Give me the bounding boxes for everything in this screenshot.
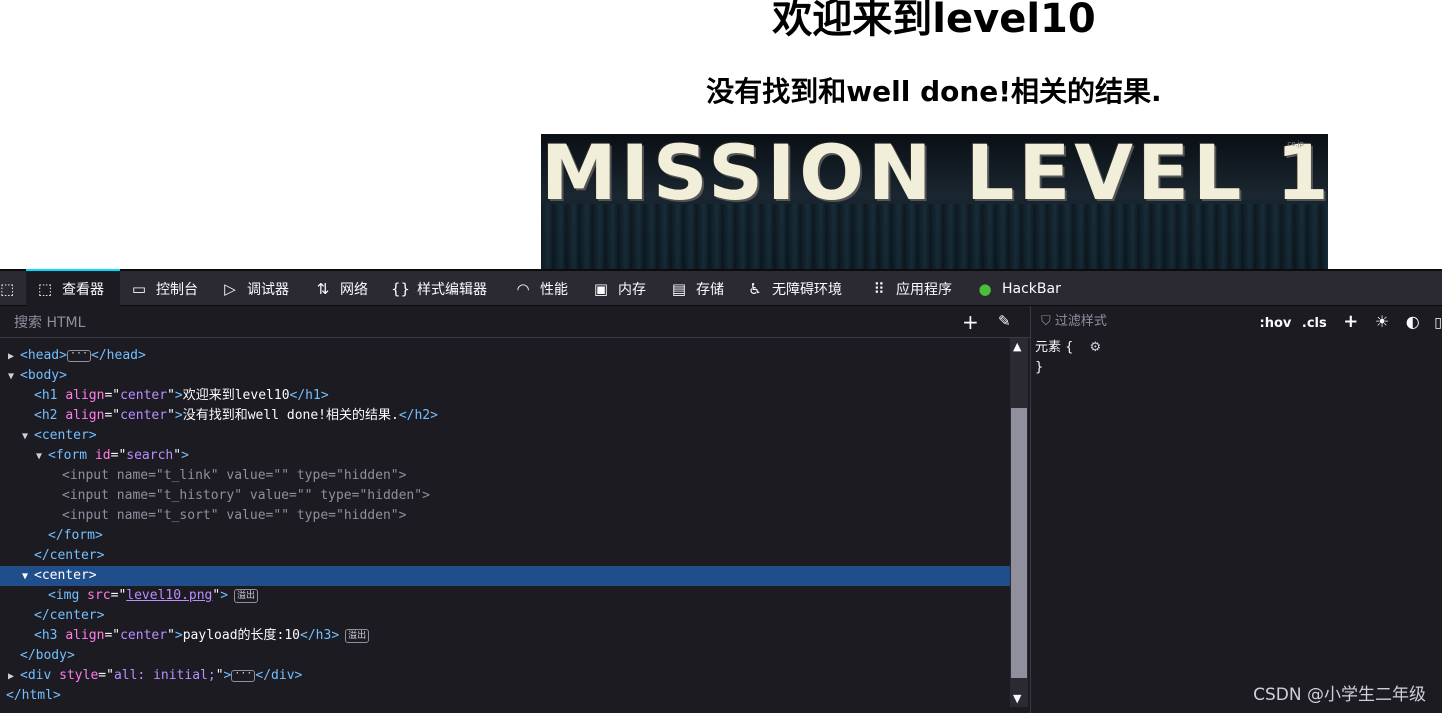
collapse-arrow-icon[interactable]: ▼ [22,567,34,587]
tree-row-center-close[interactable]: </center> [0,546,1010,566]
tree-row-h3[interactable]: <h3 align="center">payload的长度:10</h3> 溢出 [0,626,1010,646]
tab-accessibility[interactable]: ♿ 无障碍环境 [746,271,842,306]
tree-row-head[interactable]: ▶ <head> ··· </head> [0,346,1010,366]
collapsed-ellipsis-icon[interactable]: ··· [231,668,256,682]
page-heading-h2: 没有找到和well done!相关的结果. [706,75,1162,108]
application-icon: ⠿ [873,279,885,298]
memory-icon: ▣ [593,279,609,298]
tree-row-form[interactable]: ▼ <form id="search"> [0,446,1010,466]
tab-inspector[interactable]: ⬚ 查看器 [26,269,120,306]
performance-icon: ◠ [516,279,530,298]
hov-button[interactable]: :hov [1260,316,1292,331]
devtools-panel: ⬚ ⬚ 查看器 ▭ 控制台 ▷ 调试器 ⇅ 网络 {} 样式编辑器 ◠ 性能 ▣… [0,269,1442,713]
tab-network[interactable]: ⇅ 网络 [314,271,368,306]
collapse-arrow-icon[interactable]: ▼ [22,427,34,447]
tree-row-div[interactable]: ▶ <div style="all: initial;"> ··· </div> [0,666,1010,686]
scroll-up-icon[interactable]: ▲ [1013,340,1021,353]
tree-row-html-close[interactable]: </html> [0,686,1010,706]
light-theme-icon[interactable]: ☀ [1375,312,1389,331]
network-icon: ⇅ [316,279,330,298]
tab-label: 无障碍环境 [772,281,842,298]
banner-title: MISSION LEVEL 10 [541,134,1328,217]
console-icon: ▭ [131,279,147,298]
collapse-arrow-icon[interactable]: ▼ [8,367,20,387]
storage-icon: ▤ [671,279,687,298]
level-banner-image: MISSION LEVEL 10 co.jp [541,134,1328,269]
collapsed-ellipsis-icon[interactable]: ··· [66,348,92,362]
rules-panel: ⛉ 过滤样式 :hov .cls + ☀ ◐ ▯ 元素 { ⚙ } [1030,306,1442,713]
csdn-watermark: CSDN @小学生二年级 [1253,685,1426,705]
tree-row-body[interactable]: ▼ <body> [0,366,1010,386]
tree-row-form-close[interactable]: </form> [0,526,1010,546]
search-html-input[interactable] [0,306,966,339]
debugger-icon: ▷ [224,279,236,298]
tab-label: 内存 [618,281,646,298]
scroll-down-icon[interactable]: ▼ [1013,692,1021,705]
tree-row-center-close-2[interactable]: </center> [0,606,1010,626]
tree-row-h1[interactable]: <h1 align="center">欢迎来到level10</h1> [0,386,1010,406]
rendered-web-page: 欢迎来到level10 没有找到和well done!相关的结果. MISSIO… [0,0,1442,269]
tree-row-input-t-link[interactable]: <input name="t_link" value="" type="hidd… [0,466,1010,486]
tree-row-center-selected[interactable]: ▼ <center> [0,566,1010,586]
tree-row-input-t-sort[interactable]: <input name="t_sort" value="" type="hidd… [0,506,1010,526]
overflow-badge[interactable]: 溢出 [345,628,370,643]
markup-tree: ▶ <head> ··· </head> ▼ <body> <h1 align="cen… [0,338,1010,707]
markup-scrollbar[interactable]: ▲ ▼ [1010,338,1028,707]
tab-label: 性能 [540,281,568,298]
tab-label: 网络 [340,281,368,298]
tab-label: 查看器 [62,281,104,298]
tab-label: 样式编辑器 [417,281,487,298]
filter-icon: ⛉ [1041,314,1055,329]
pick-element-icon: ⬚ [0,279,15,298]
rules-filter-placeholder: 过滤样式 [1054,314,1107,329]
tab-label: 控制台 [156,281,198,298]
banner-credit: co.jp [1287,140,1304,148]
overflow-badge[interactable]: 溢出 [234,588,259,603]
tree-row-img[interactable]: <img src="level10.png"> 溢出 [0,586,1010,606]
devtools-toolbar: ⬚ ⬚ 查看器 ▭ 控制台 ▷ 调试器 ⇅ 网络 {} 样式编辑器 ◠ 性能 ▣… [0,269,1442,306]
eyedropper-icon[interactable]: ✎ [998,312,1011,330]
element-rule-open: 元素 { ⚙ [1035,340,1102,355]
page-heading-h1: 欢迎来到level10 [772,0,1096,42]
inspector-icon: ⬚ [37,279,53,298]
tab-label: 调试器 [247,281,289,298]
tab-performance[interactable]: ◠ 性能 [514,271,568,306]
element-rule-close: } [1035,360,1044,375]
tree-row-input-t-history[interactable]: <input name="t_history" value="" type="h… [0,486,1010,506]
expand-arrow-icon[interactable]: ▶ [8,667,20,687]
tree-row-center[interactable]: ▼ <center> [0,426,1010,446]
pick-element-button[interactable]: ⬚ [0,271,20,306]
tab-style-editor[interactable]: {} 样式编辑器 [391,271,487,306]
tab-memory[interactable]: ▣ 内存 [592,271,646,306]
add-node-icon[interactable]: + [962,310,979,334]
tab-console[interactable]: ▭ 控制台 [130,271,198,306]
cls-button[interactable]: .cls [1302,316,1327,331]
tree-row-h2[interactable]: <h2 align="center">没有找到和well done!相关的结果.… [0,406,1010,426]
tab-debugger[interactable]: ▷ 调试器 [221,271,289,306]
expand-arrow-icon[interactable]: ▶ [8,347,20,367]
tab-label: 应用程序 [896,281,952,298]
print-icon[interactable]: ▯ [1434,315,1442,331]
add-rule-icon[interactable]: + [1343,311,1358,332]
inspector-search-bar: + ✎ [0,306,1030,339]
tab-hackbar[interactable]: ● HackBar [976,271,1061,306]
rules-toolbar: :hov .cls + ☀ ◐ ▯ [1260,306,1442,338]
tab-storage[interactable]: ▤ 存储 [670,271,724,306]
dark-theme-icon[interactable]: ◐ [1406,312,1420,331]
accessibility-icon: ♿ [748,279,762,298]
rules-filter[interactable]: ⛉ 过滤样式 [1041,306,1107,338]
tab-label: 存储 [696,281,724,298]
rules-body: 元素 { ⚙ } [1035,338,1435,378]
hackbar-icon: ● [978,279,992,298]
tree-row-body-close[interactable]: </body> [0,646,1010,666]
collapse-arrow-icon[interactable]: ▼ [36,447,48,467]
style-editor-icon: {} [391,279,411,298]
tab-label: HackBar [1002,280,1061,297]
tab-application[interactable]: ⠿ 应用程序 [870,271,953,306]
node-highlight-icon[interactable]: ⚙ [1090,340,1102,355]
scrollbar-thumb[interactable] [1011,408,1027,678]
